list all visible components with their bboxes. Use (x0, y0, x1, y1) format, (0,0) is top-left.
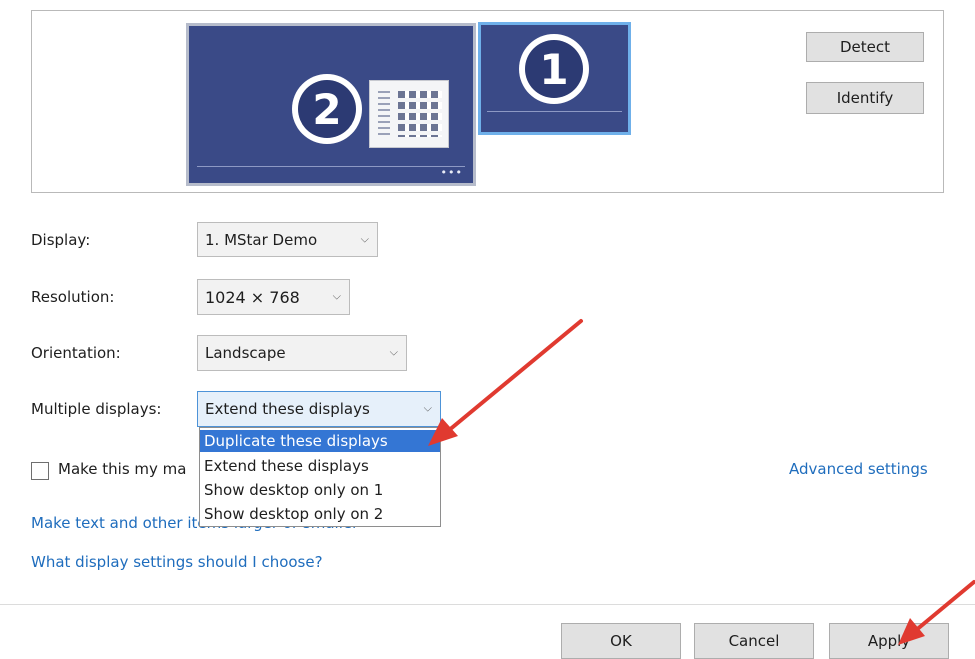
monitor-2-badge: 2 (292, 74, 362, 144)
display-select-value: 1. MStar Demo (205, 230, 318, 249)
dropdown-option-show-only-1[interactable]: Show desktop only on 1 (200, 479, 440, 501)
calculator-icon (369, 80, 449, 148)
display-label: Display: (31, 231, 91, 249)
chevron-down-icon: ⌵ (423, 401, 432, 415)
display-settings-help-link[interactable]: What display settings should I choose? (31, 553, 323, 571)
resolution-select[interactable]: 1024 × 768 ⌵ (197, 279, 350, 315)
apply-button[interactable]: Apply (829, 623, 949, 659)
dropdown-option-extend[interactable]: Extend these displays (200, 455, 440, 477)
resolution-label: Resolution: (31, 288, 115, 306)
detect-button[interactable]: Detect (806, 32, 924, 62)
annotation-arrow-icon (428, 319, 583, 446)
display-select[interactable]: 1. MStar Demo ⌵ (197, 222, 378, 257)
monitor-2-tile[interactable]: 2 ••• (186, 23, 476, 186)
main-display-checkbox[interactable] (31, 462, 49, 480)
chevron-down-icon: ⌵ (389, 345, 398, 359)
resolution-select-value: 1024 × 768 (205, 287, 300, 307)
orientation-select[interactable]: Landscape ⌵ (197, 335, 407, 371)
monitor-1-number: 1 (525, 40, 583, 98)
multiple-displays-label: Multiple displays: (31, 400, 162, 418)
multiple-displays-select[interactable]: Extend these displays ⌵ (197, 391, 441, 427)
multiple-displays-select-value: Extend these displays (205, 400, 370, 418)
orientation-select-value: Landscape (205, 344, 286, 362)
dropdown-option-show-only-2[interactable]: Show desktop only on 2 (200, 503, 440, 525)
footer-divider (0, 604, 975, 605)
dropdown-option-duplicate[interactable]: Duplicate these displays (200, 430, 440, 452)
chevron-down-icon: ⌵ (332, 289, 341, 303)
monitor-1-badge: 1 (519, 34, 589, 104)
more-dots-icon: ••• (440, 166, 463, 179)
ok-button[interactable]: OK (561, 623, 681, 659)
identify-button[interactable]: Identify (806, 82, 924, 114)
monitor-1-tile[interactable]: 1 (478, 22, 631, 135)
cancel-button[interactable]: Cancel (694, 623, 814, 659)
orientation-label: Orientation: (31, 344, 121, 362)
multiple-displays-dropdown: Duplicate these displays Extend these di… (199, 427, 441, 527)
advanced-settings-link[interactable]: Advanced settings (789, 460, 928, 478)
chevron-down-icon: ⌵ (360, 231, 369, 245)
monitor-2-number: 2 (298, 80, 356, 138)
main-display-label: Make this my ma (58, 460, 187, 478)
